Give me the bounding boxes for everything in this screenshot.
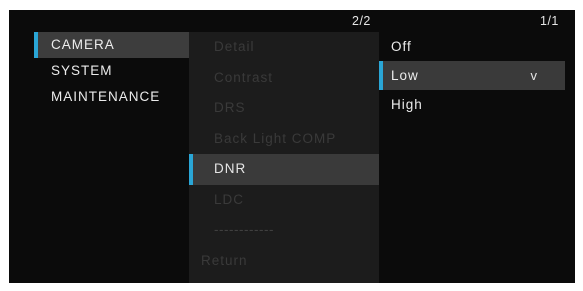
- options-page-indicator: 1/1: [540, 14, 559, 28]
- submenu-item-dnr[interactable]: DNR: [189, 154, 379, 185]
- selected-marker-icon: v: [530, 68, 538, 83]
- camera-submenu: Detail Contrast DRS Back Light COMP DNR …: [189, 32, 379, 283]
- menu-item-maintenance[interactable]: MAINTENANCE: [34, 84, 189, 110]
- option-label: Off: [391, 39, 412, 54]
- option-high[interactable]: High: [379, 90, 565, 119]
- camera-osd-menu: 2/2 1/1 CAMERA SYSTEM MAINTENANCE Detail…: [9, 10, 575, 283]
- submenu-separator: ------------: [214, 222, 274, 237]
- submenu-page-indicator: 2/2: [352, 14, 371, 28]
- submenu-item-ldc[interactable]: LDC: [189, 185, 379, 216]
- submenu-item-back-light-comp[interactable]: Back Light COMP: [189, 124, 379, 155]
- menu-item-camera[interactable]: CAMERA: [34, 32, 189, 58]
- return-button[interactable]: Return: [189, 246, 379, 277]
- option-low[interactable]: Low v: [379, 61, 565, 90]
- submenu-item-drs[interactable]: DRS: [189, 93, 379, 124]
- submenu-item-detail[interactable]: Detail: [189, 32, 379, 63]
- dnr-options: Off Low v High: [379, 32, 565, 119]
- option-label: High: [391, 97, 423, 112]
- menu-item-system[interactable]: SYSTEM: [34, 58, 189, 84]
- option-label: Low: [391, 68, 419, 83]
- option-off[interactable]: Off: [379, 32, 565, 61]
- submenu-item-contrast[interactable]: Contrast: [189, 63, 379, 94]
- main-menu: CAMERA SYSTEM MAINTENANCE: [34, 32, 189, 110]
